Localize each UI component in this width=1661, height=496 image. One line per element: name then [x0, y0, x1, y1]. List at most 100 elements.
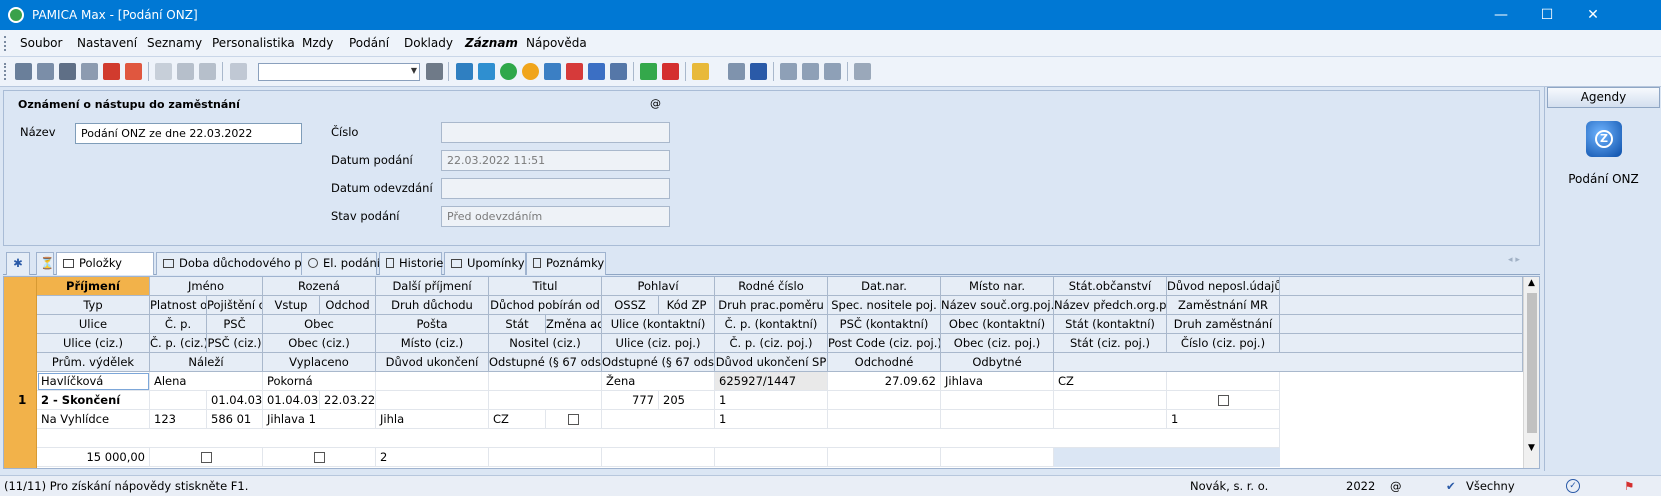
cell-nalezi[interactable]: [150, 448, 263, 467]
cell-ossz[interactable]: 777: [602, 391, 659, 410]
flag-red-icon[interactable]: ⚑: [1624, 479, 1634, 493]
tab-nav-arrows-icon[interactable]: ◂ ▸: [1508, 255, 1520, 265]
maximize-button[interactable]: ☐: [1524, 0, 1570, 30]
toolbar-combo[interactable]: ▼: [258, 63, 420, 81]
col-pojisteni-od[interactable]: Pojištění od: [207, 296, 263, 315]
col-odbytne[interactable]: Odbytné: [941, 353, 1054, 372]
col-ulice-kontaktni[interactable]: Ulice (kontaktní): [602, 315, 715, 334]
menu-zaznam[interactable]: Záznam: [465, 36, 518, 50]
pdf-export-icon[interactable]: [125, 63, 142, 80]
col-obec-ciz[interactable]: Obec (ciz.): [263, 334, 376, 353]
col-nalezi[interactable]: Náleží: [150, 353, 263, 372]
col-obec-kontaktni[interactable]: Obec (kontaktní): [941, 315, 1054, 334]
cell-vstup[interactable]: 01.04.03: [263, 391, 320, 410]
cell-ulice-kontaktni[interactable]: [602, 410, 715, 429]
tab-star[interactable]: ✱: [6, 252, 30, 275]
col-druh-prac-pomeru[interactable]: Druh prac.poměru: [715, 296, 828, 315]
form-icon[interactable]: [824, 63, 841, 80]
toolbar-grip-icon[interactable]: [4, 63, 7, 80]
col-cp-ciz-poj[interactable]: Č. p. (ciz. poj.): [715, 334, 828, 353]
col-stat-obcanstvi[interactable]: Stát.občanství: [1054, 277, 1167, 296]
cell-typ[interactable]: 2 - Skončení: [37, 391, 150, 410]
col-dat-nar[interactable]: Dat.nar.: [828, 277, 941, 296]
cell-druh-duchodu[interactable]: [376, 391, 489, 410]
cell-duvod-ukonceni-sp[interactable]: [715, 448, 828, 467]
menu-napoveda[interactable]: Nápověda: [526, 36, 587, 50]
col-zmena-adresy[interactable]: Změna adresy: [546, 315, 602, 334]
copy-record-icon[interactable]: [37, 63, 54, 80]
person-green-icon[interactable]: [500, 63, 517, 80]
cell-ulice[interactable]: Na Vyhlídce: [37, 410, 150, 429]
check-circle-icon[interactable]: ✓: [1566, 479, 1580, 493]
col-odchodne[interactable]: Odchodné: [828, 353, 941, 372]
col-psc-ciz[interactable]: PSČ (ciz.): [207, 334, 263, 353]
print-icon[interactable]: [59, 63, 76, 80]
cell-posta[interactable]: Jihla: [376, 410, 489, 429]
col-spec-nositele[interactable]: Spec. nositele poj.: [828, 296, 941, 315]
col-duvod-ukonceni[interactable]: Důvod ukončení: [376, 353, 489, 372]
iban-icon[interactable]: [750, 63, 767, 80]
cell-stat-kontaktni[interactable]: [1054, 410, 1167, 429]
cell-prijmeni[interactable]: Havlíčková: [37, 372, 150, 391]
person-up-icon[interactable]: [478, 63, 495, 80]
datum-podani-field[interactable]: 22.03.2022 11:51: [441, 150, 670, 171]
col-ulice-ciz[interactable]: Ulice (ciz.): [37, 334, 150, 353]
chevron-down-icon[interactable]: ▼: [411, 66, 417, 75]
minimize-button[interactable]: —: [1478, 0, 1524, 30]
mail-check-icon[interactable]: [610, 63, 627, 80]
col-odstupne-1[interactable]: Odstupné (§ 67 odst. 1: [489, 353, 602, 372]
copy-icon[interactable]: [230, 63, 247, 80]
cell-pohlavi[interactable]: Žena: [602, 372, 715, 391]
cell-zamestnani-mr[interactable]: [1167, 391, 1280, 410]
cell-obec[interactable]: Jihlava 1: [263, 410, 376, 429]
person-orange-icon[interactable]: [522, 63, 539, 80]
cell-duvod-neposl[interactable]: [1167, 372, 1280, 391]
tab-upominky[interactable]: Upomínky: [444, 252, 526, 275]
col-vstup[interactable]: Vstup: [263, 296, 320, 315]
col-stat-kontaktni[interactable]: Stát (kontaktní): [1054, 315, 1167, 334]
col-prum-vydelek[interactable]: Prům. výdělek: [37, 353, 150, 372]
tab-poznamky[interactable]: Poznámky: [526, 252, 606, 275]
cell-odchodne[interactable]: [828, 448, 941, 467]
col-posta[interactable]: Pošta: [376, 315, 489, 334]
mail-blue-icon[interactable]: [588, 63, 605, 80]
cell-prum-vydelek[interactable]: 15 000,00: [37, 448, 150, 467]
close-button[interactable]: ✕: [1570, 0, 1616, 30]
menu-mzdy[interactable]: Mzdy: [302, 36, 333, 50]
col-cp[interactable]: Č. p.: [150, 315, 207, 334]
cell-psc-kontaktni[interactable]: [828, 410, 941, 429]
pdf-icon[interactable]: [103, 63, 120, 80]
stav-podani-field[interactable]: Před odevzdáním: [441, 206, 670, 227]
col-cp-kontaktni[interactable]: Č. p. (kontaktní): [715, 315, 828, 334]
col-prijmeni[interactable]: Příjmení: [37, 277, 150, 296]
scroll-up-icon[interactable]: ▲: [1528, 278, 1535, 288]
cell-jmeno[interactable]: Alena: [150, 372, 263, 391]
cell-duvod-ukonceni[interactable]: 2: [376, 448, 489, 467]
podani-onz-label[interactable]: Podání ONZ: [1545, 172, 1661, 186]
scroll-thumb[interactable]: [1527, 293, 1537, 433]
col-obec-ciz-poj[interactable]: Obec (ciz. poj.): [941, 334, 1054, 353]
tab-filter[interactable]: ⏳: [36, 252, 54, 275]
col-nositel-ciz[interactable]: Nositel (ciz.): [489, 334, 602, 353]
folder-icon[interactable]: [692, 63, 709, 80]
cell-misto-nar[interactable]: Jihlava: [941, 372, 1054, 391]
menu-seznamy[interactable]: Seznamy: [147, 36, 202, 50]
vyplaceno-checkbox[interactable]: [313, 452, 325, 463]
col-zamestnani-mr[interactable]: Zaměstnání MR: [1167, 296, 1280, 315]
col-druh-duchodu[interactable]: Druh důchodu: [376, 296, 489, 315]
save-all-icon[interactable]: [199, 63, 216, 80]
tab-historie[interactable]: Historie: [379, 252, 443, 275]
col-duchod-pobiran-od[interactable]: Důchod pobírán od: [489, 296, 602, 315]
cell-kod-zp[interactable]: 205: [659, 391, 715, 410]
col-ulice-ciz-poj[interactable]: Ulice (ciz. poj.): [602, 334, 715, 353]
row-indicator[interactable]: 1: [4, 277, 37, 468]
col-pohlavi[interactable]: Pohlaví: [602, 277, 715, 296]
podani-onz-icon[interactable]: Z: [1586, 121, 1622, 157]
col-misto-nar[interactable]: Místo nar.: [941, 277, 1054, 296]
col-cp-ciz[interactable]: Č. p. (ciz.): [150, 334, 207, 353]
cell-nazev-predch-org[interactable]: [1054, 391, 1167, 410]
cell-stat-obcanstvi[interactable]: CZ: [1054, 372, 1167, 391]
datum-odevzdani-field[interactable]: [441, 178, 670, 199]
zmena-adresy-checkbox[interactable]: [568, 414, 579, 425]
new-icon[interactable]: [155, 63, 172, 80]
